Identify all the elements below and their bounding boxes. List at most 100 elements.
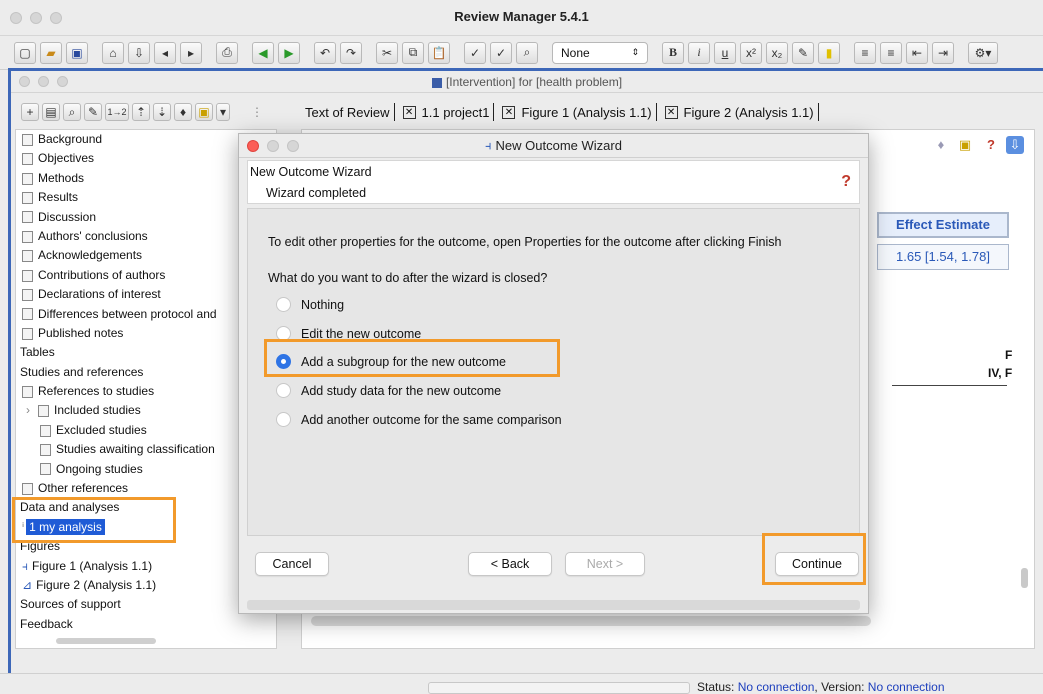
- option-add-subgroup[interactable]: Add a subgroup for the new outcome: [276, 354, 506, 369]
- find-icon[interactable]: ⌕: [516, 41, 538, 64]
- tree-item-references-to-studies[interactable]: References to studies: [16, 382, 276, 401]
- chevron-right-icon[interactable]: ›: [26, 403, 30, 417]
- superscript-icon[interactable]: x²: [740, 41, 762, 64]
- continue-button[interactable]: Continue: [775, 552, 859, 576]
- next-button[interactable]: Next >: [565, 552, 645, 576]
- tree-item-data-analyses[interactable]: Data and analyses: [16, 498, 276, 517]
- tree-item-included-studies[interactable]: › Included studies: [16, 401, 276, 420]
- radio-button[interactable]: [276, 297, 291, 312]
- move-down-icon[interactable]: ⇣: [153, 103, 171, 121]
- tab-figure-1[interactable]: ✕ Figure 1 (Analysis 1.1): [498, 103, 657, 121]
- tree-item-my-analysis[interactable]: ⁱ1 my analysis: [16, 518, 276, 537]
- tree-item-ongoing[interactable]: Ongoing studies: [16, 460, 276, 479]
- option-edit-outcome[interactable]: Edit the new outcome: [276, 326, 421, 341]
- tree-item-contributions[interactable]: Contributions of authors: [16, 266, 276, 285]
- note-icon[interactable]: ▣: [956, 136, 974, 154]
- document-window-controls[interactable]: [19, 76, 68, 87]
- home-icon[interactable]: ⌂: [102, 41, 124, 64]
- effect-estimate-value[interactable]: 1.65 [1.54, 1.78]: [877, 244, 1009, 270]
- tree-item-methods[interactable]: Methods: [16, 169, 276, 188]
- italic-icon[interactable]: i: [688, 41, 710, 64]
- copy-icon[interactable]: ⧉: [402, 41, 424, 64]
- tree-item-sources-support[interactable]: Sources of support: [16, 595, 276, 614]
- new-file-icon[interactable]: ▢: [14, 41, 36, 64]
- sort-icon[interactable]: 1→2: [105, 103, 129, 121]
- help-icon[interactable]: ?: [982, 136, 1000, 154]
- tree-item-published-notes[interactable]: Published notes: [16, 324, 276, 343]
- tree-scrollbar[interactable]: [56, 638, 156, 644]
- forest-plot-icon[interactable]: ♦: [932, 136, 950, 154]
- tree-item-other-references[interactable]: Other references: [16, 479, 276, 498]
- tree-item-figures[interactable]: Figures: [16, 537, 276, 556]
- tree-item-excluded-studies[interactable]: Excluded studies: [16, 421, 276, 440]
- tree-item-authors-conclusions[interactable]: Authors' conclusions: [16, 227, 276, 246]
- undo-icon[interactable]: ↶: [314, 41, 336, 64]
- option-add-study-data[interactable]: Add study data for the new outcome: [276, 383, 501, 398]
- print-icon[interactable]: ⎙: [216, 41, 238, 64]
- tree-item-objectives[interactable]: Objectives: [16, 149, 276, 168]
- search-doc-icon[interactable]: ⌕: [63, 103, 81, 121]
- option-nothing[interactable]: Nothing: [276, 297, 344, 312]
- note-icon[interactable]: ▣: [195, 103, 213, 121]
- marker-icon[interactable]: ▮: [818, 41, 840, 64]
- paste-icon[interactable]: 📋: [428, 41, 450, 64]
- add-item-icon[interactable]: +: [21, 103, 39, 121]
- open-folder-icon[interactable]: ▰: [40, 41, 62, 64]
- save-icon[interactable]: ▣: [66, 41, 88, 64]
- import-icon[interactable]: ⇩: [128, 41, 150, 64]
- style-select[interactable]: None ⇕: [552, 41, 648, 64]
- tree-item-tables[interactable]: Tables: [16, 343, 276, 362]
- redo-icon[interactable]: ↷: [340, 41, 362, 64]
- close-icon[interactable]: ✕: [664, 105, 678, 119]
- bold-icon[interactable]: B: [662, 41, 684, 64]
- outdent-icon[interactable]: ⇤: [906, 41, 928, 64]
- option-add-another-outcome[interactable]: Add another outcome for the same compari…: [276, 412, 562, 427]
- subscript-icon[interactable]: x₂: [766, 41, 788, 64]
- close-icon[interactable]: ✕: [502, 105, 516, 119]
- properties-icon[interactable]: ▤: [42, 103, 60, 121]
- underline-icon[interactable]: u: [714, 41, 736, 64]
- back-arrow-icon[interactable]: ◀: [252, 41, 274, 64]
- tab-text-of-review[interactable]: Text of Review: [301, 103, 395, 121]
- tree-item-discussion[interactable]: Discussion: [16, 208, 276, 227]
- tree-item-figure-1[interactable]: ⫞ Figure 1 (Analysis 1.1): [16, 557, 276, 576]
- back-button[interactable]: < Back: [468, 552, 552, 576]
- radio-button[interactable]: [276, 412, 291, 427]
- tree-item-differences[interactable]: Differences between protocol and: [16, 305, 276, 324]
- splitter-handle-icon[interactable]: ⋮: [251, 105, 263, 119]
- tree-item-studies-references[interactable]: Studies and references: [16, 363, 276, 382]
- tab-project1[interactable]: ✕ 1.1 project1: [399, 103, 495, 121]
- dialog-window-controls[interactable]: [247, 140, 299, 152]
- horizontal-scrollbar[interactable]: [311, 616, 871, 626]
- forward-doc-icon[interactable]: ▸: [180, 41, 202, 64]
- tree-item-acknowledgements[interactable]: Acknowledgements: [16, 246, 276, 265]
- back-doc-icon[interactable]: ◂: [154, 41, 176, 64]
- tools-icon[interactable]: ⚙▾: [968, 41, 998, 64]
- forest-plot-icon[interactable]: ♦: [174, 103, 192, 121]
- close-icon[interactable]: ✕: [402, 105, 416, 119]
- cut-icon[interactable]: ✂: [376, 41, 398, 64]
- import-data-icon[interactable]: ⇩: [1006, 136, 1024, 154]
- radio-button[interactable]: [276, 326, 291, 341]
- tree-item-figure-2[interactable]: ⊿ Figure 2 (Analysis 1.1): [16, 576, 276, 595]
- indent-icon[interactable]: ⇥: [932, 41, 954, 64]
- radio-button[interactable]: [276, 383, 291, 398]
- tree-item-background[interactable]: Background: [16, 130, 276, 149]
- move-up-icon[interactable]: ⇡: [132, 103, 150, 121]
- help-icon[interactable]: ?: [841, 173, 851, 191]
- tree-item-feedback[interactable]: Feedback: [16, 615, 276, 634]
- spellcheck-auto-icon[interactable]: ✓: [490, 41, 512, 64]
- tree-item-results[interactable]: Results: [16, 188, 276, 207]
- numbered-list-icon[interactable]: ≡: [880, 41, 902, 64]
- highlight-pen-icon[interactable]: ✎: [792, 41, 814, 64]
- tab-figure-2[interactable]: ✕ Figure 2 (Analysis 1.1): [661, 103, 819, 121]
- spellcheck-icon[interactable]: ✓: [464, 41, 486, 64]
- radio-button-selected[interactable]: [276, 354, 291, 369]
- more-dropdown-icon[interactable]: ▾: [216, 103, 230, 121]
- tree-item-declarations[interactable]: Declarations of interest: [16, 285, 276, 304]
- tree-item-awaiting[interactable]: Studies awaiting classification: [16, 440, 276, 459]
- forward-arrow-icon[interactable]: ▶: [278, 41, 300, 64]
- bullet-list-icon[interactable]: ≡: [854, 41, 876, 64]
- vertical-scrollbar[interactable]: [1021, 568, 1028, 588]
- cancel-button[interactable]: Cancel: [255, 552, 329, 576]
